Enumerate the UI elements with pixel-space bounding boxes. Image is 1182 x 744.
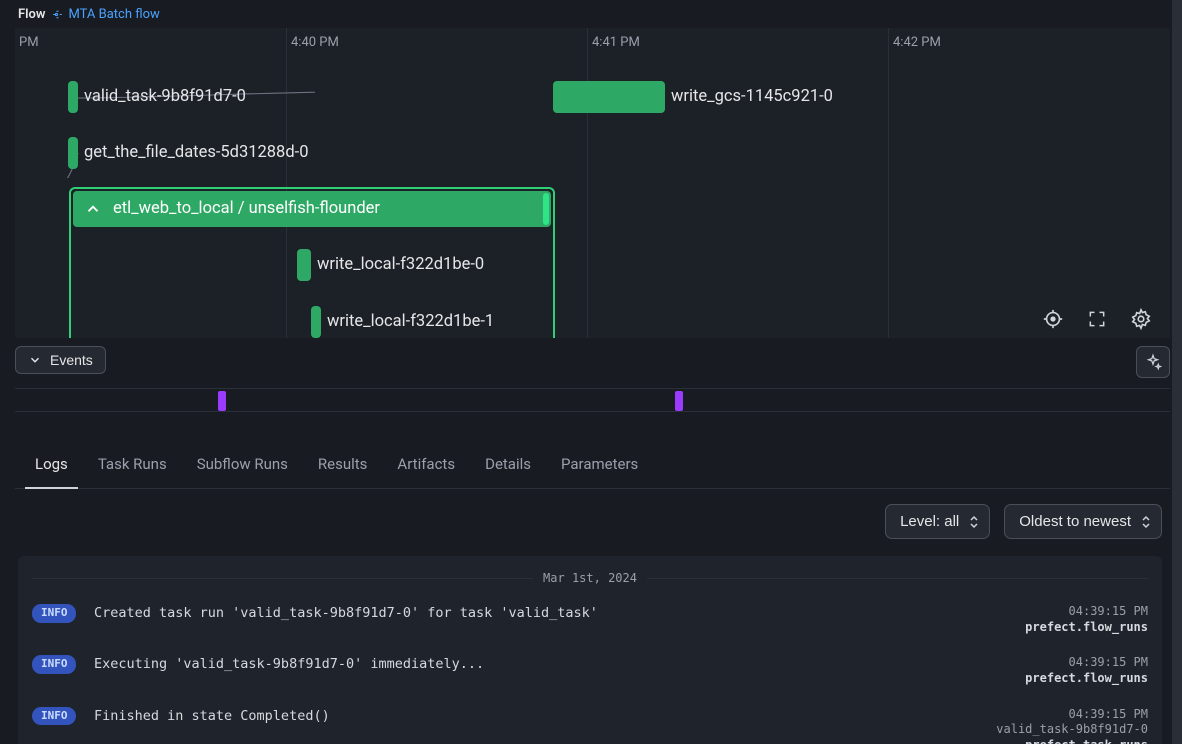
status-strip — [543, 193, 549, 225]
time-label: PM — [19, 34, 39, 52]
log-level-badge: INFO — [32, 655, 76, 674]
log-message: Finished in state Completed() — [94, 707, 978, 725]
tab-details[interactable]: Details — [485, 444, 531, 488]
tab-artifacts[interactable]: Artifacts — [397, 444, 455, 488]
events-timeline[interactable] — [15, 388, 1170, 412]
log-meta: 04:39:15 PM valid_task-9b8f91d7-0 prefec… — [996, 707, 1148, 744]
events-toggle[interactable]: Events — [15, 346, 106, 374]
log-row[interactable]: INFO Executing 'valid_task-9b8f91d7-0' i… — [32, 647, 1148, 698]
task-write-gcs[interactable]: write_gcs-1145c921-0 — [553, 81, 833, 113]
events-section: Events — [15, 346, 1170, 416]
subflow-label: etl_web_to_local / unselfish-flounder — [113, 198, 380, 220]
flow-name-link[interactable]: MTA Batch flow — [51, 6, 159, 24]
log-meta: 04:39:15 PM prefect.flow_runs — [1025, 655, 1148, 686]
task-valid-task[interactable]: valid_task-9b8f91d7-0 — [68, 81, 246, 113]
log-source: prefect.task_runs — [996, 738, 1148, 744]
gridline — [888, 28, 889, 338]
locate-button[interactable] — [1042, 308, 1064, 330]
gridline — [587, 28, 588, 338]
event-tick[interactable] — [218, 391, 226, 411]
flow-header: Flow MTA Batch flow — [0, 0, 1182, 26]
tab-logs[interactable]: Logs — [35, 444, 68, 488]
gantt-chart[interactable]: PM 4:40 PM 4:41 PM 4:42 PM valid_task-9b… — [15, 28, 1170, 338]
task-label: get_the_file_dates-5d31288d-0 — [84, 142, 308, 164]
flow-icon — [51, 8, 64, 21]
task-pill — [311, 306, 321, 338]
settings-button[interactable] — [1130, 308, 1152, 330]
logs-panel: Mar 1st, 2024 INFO Created task run 'val… — [18, 556, 1162, 744]
sparkle-icon — [1144, 353, 1162, 371]
event-tick[interactable] — [675, 391, 683, 411]
log-subsource: valid_task-9b8f91d7-0 — [996, 722, 1148, 738]
log-row[interactable]: INFO Created task run 'valid_task-9b8f91… — [32, 596, 1148, 647]
time-axis: PM 4:40 PM 4:41 PM 4:42 PM — [15, 28, 1170, 54]
date-divider: Mar 1st, 2024 — [32, 570, 1148, 586]
log-meta: 04:39:15 PM prefect.flow_runs — [1025, 604, 1148, 635]
level-select[interactable]: Level: all — [885, 504, 990, 539]
scrollbar-track[interactable] — [1172, 0, 1182, 744]
log-row[interactable]: INFO Finished in state Completed() 04:39… — [32, 699, 1148, 744]
events-button-label: Events — [50, 352, 93, 368]
log-message: Executing 'valid_task-9b8f91d7-0' immedi… — [94, 655, 1007, 673]
sparkle-button[interactable] — [1136, 346, 1170, 378]
log-source: prefect.flow_runs — [1025, 620, 1148, 636]
tab-parameters[interactable]: Parameters — [561, 444, 638, 488]
log-message: Created task run 'valid_task-9b8f91d7-0'… — [94, 604, 1007, 622]
updown-icon — [969, 515, 979, 529]
tabs-row: Logs Task Runs Subflow Runs Results Arti… — [15, 444, 1170, 489]
flow-link-text: MTA Batch flow — [68, 6, 159, 24]
sort-select-label: Oldest to newest — [1019, 513, 1131, 530]
tab-results[interactable]: Results — [318, 444, 368, 488]
task-label: write_local-f322d1be-0 — [317, 254, 484, 276]
log-controls: Level: all Oldest to newest — [885, 504, 1162, 539]
task-get-file-dates[interactable]: get_the_file_dates-5d31288d-0 — [68, 137, 308, 169]
level-select-label: Level: all — [900, 513, 959, 530]
tab-task-runs[interactable]: Task Runs — [98, 444, 167, 488]
time-label: 4:42 PM — [893, 34, 941, 52]
date-text: Mar 1st, 2024 — [533, 570, 647, 586]
time-label: 4:40 PM — [291, 34, 339, 52]
log-time: 04:39:15 PM — [1025, 604, 1148, 620]
task-pill — [553, 81, 665, 113]
updown-icon — [1141, 515, 1151, 529]
log-time: 04:39:15 PM — [996, 707, 1148, 723]
task-write-local-1[interactable]: write_local-f322d1be-1 — [311, 306, 494, 338]
chevron-down-icon — [28, 353, 42, 367]
task-pill — [297, 249, 311, 281]
task-pill — [68, 137, 78, 169]
flow-label: Flow — [18, 6, 45, 24]
chevron-up-icon[interactable] — [83, 199, 103, 219]
fullscreen-button[interactable] — [1086, 308, 1108, 330]
task-write-local-0[interactable]: write_local-f322d1be-0 — [297, 249, 484, 281]
sort-select[interactable]: Oldest to newest — [1004, 504, 1162, 539]
subflow-header[interactable]: etl_web_to_local / unselfish-flounder — [73, 191, 551, 227]
task-label: valid_task-9b8f91d7-0 — [84, 86, 246, 108]
log-level-badge: INFO — [32, 604, 76, 623]
time-label: 4:41 PM — [592, 34, 640, 52]
gantt-toolbar — [1042, 308, 1152, 330]
task-label: write_gcs-1145c921-0 — [671, 86, 833, 108]
tab-subflow-runs[interactable]: Subflow Runs — [197, 444, 288, 488]
log-source: prefect.flow_runs — [1025, 671, 1148, 687]
log-time: 04:39:15 PM — [1025, 655, 1148, 671]
log-level-badge: INFO — [32, 707, 76, 726]
task-pill — [68, 81, 78, 113]
task-label: write_local-f322d1be-1 — [327, 311, 494, 333]
